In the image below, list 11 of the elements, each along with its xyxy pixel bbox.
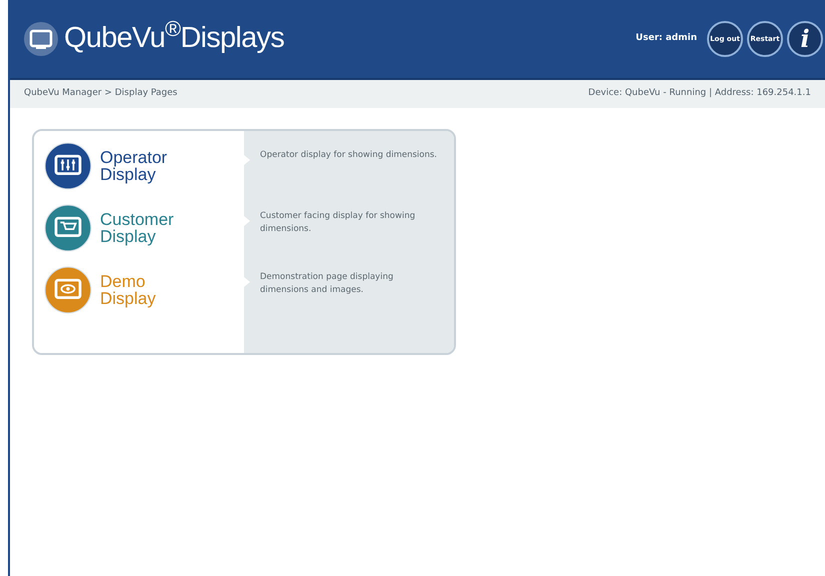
app-title: QubeVu$^{®}$Displays: [64, 17, 284, 56]
user-label: User: admin: [636, 32, 697, 46]
display-description: Operator display for showing dimensions.: [260, 149, 438, 162]
display-link[interactable]: Operator Display: [44, 137, 244, 194]
display-description: Customer facing display for showing dimensions.: [260, 210, 416, 236]
monitor-icon: [24, 22, 58, 56]
info-button[interactable]: i: [787, 21, 823, 57]
display-description: Demonstration page displaying dimensions and images.: [260, 271, 394, 297]
device-status: Device: QubeVu - Running | Address: 169.254.1.1: [588, 87, 811, 100]
display-link[interactable]: Customer Display: [44, 199, 244, 256]
breadcrumb: QubeVu Manager > Display Pages: [24, 87, 178, 100]
